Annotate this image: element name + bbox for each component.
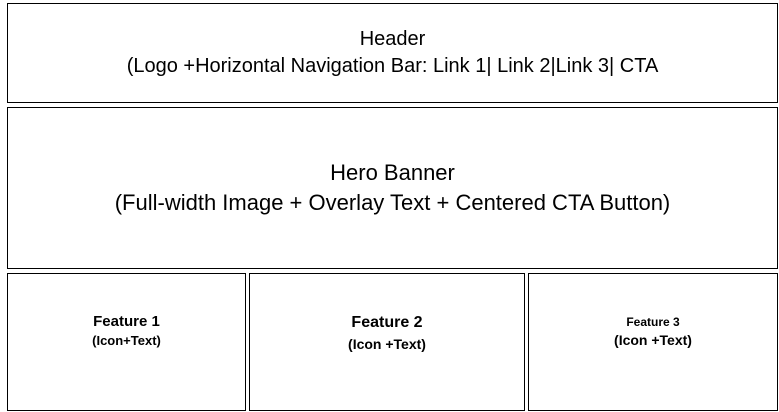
feature-2-description: (Icon +Text) [348, 336, 426, 352]
hero-banner-description: (Full-width Image + Overlay Text + Cente… [114, 190, 671, 215]
feature-1-text-group: Feature 1 (Icon+Text) [92, 312, 161, 350]
feature-3-description: (Icon +Text) [614, 331, 692, 348]
header-section-description: (Logo +Horizontal Navigation Bar: Link 1… [126, 55, 659, 77]
hero-banner-title: Hero Banner [330, 160, 455, 185]
feature-2-box: Feature 2 (Icon +Text) [249, 273, 525, 411]
header-section-title: Header [359, 28, 426, 50]
feature-3-text-group: Feature 3 (Icon +Text) [614, 314, 692, 349]
header-section-box: Header (Logo +Horizontal Navigation Bar:… [7, 3, 778, 103]
feature-3-title: Feature 3 [626, 314, 680, 329]
hero-banner-section-box: Hero Banner (Full-width Image + Overlay … [7, 107, 778, 269]
feature-1-box: Feature 1 (Icon+Text) [7, 273, 246, 411]
feature-3-box: Feature 3 (Icon +Text) [528, 273, 778, 411]
feature-2-title: Feature 2 [351, 314, 423, 331]
feature-1-title: Feature 1 [93, 313, 160, 330]
feature-1-description: (Icon+Text) [92, 333, 161, 348]
feature-2-text-group: Feature 2 (Icon +Text) [348, 312, 426, 354]
